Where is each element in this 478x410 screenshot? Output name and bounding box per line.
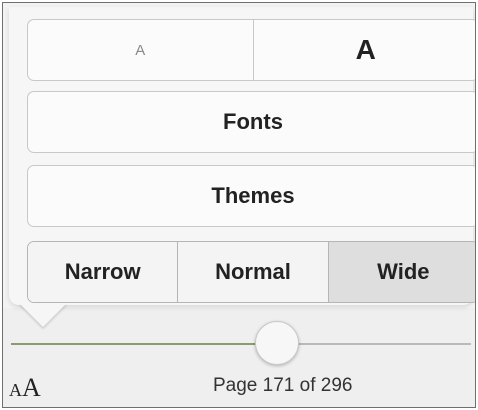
page-slider-fill	[11, 343, 277, 345]
increase-font-size-label: A	[355, 34, 376, 65]
wide-option-label: Wide	[377, 259, 430, 284]
decrease-font-size-button[interactable]: A	[28, 20, 253, 80]
themes-button-label: Themes	[211, 183, 295, 208]
reader-window: A A Fonts Themes Narrow Normal Wide AA P…	[2, 2, 476, 408]
page-slider-track[interactable]	[11, 343, 471, 345]
text-size-icon[interactable]: AA	[9, 373, 41, 403]
page-slider-thumb[interactable]	[254, 321, 299, 365]
display-settings-popover: A A Fonts Themes Narrow Normal Wide	[9, 7, 476, 305]
narrow-option-label: Narrow	[64, 259, 141, 284]
themes-button[interactable]: Themes	[27, 165, 475, 227]
fonts-button-label: Fonts	[223, 109, 283, 134]
narrow-option[interactable]: Narrow	[28, 242, 178, 302]
page-number-label: Page 171 of 296	[213, 375, 353, 396]
font-size-control: A A	[27, 19, 476, 81]
decrease-font-size-label: A	[135, 41, 146, 59]
normal-option-label: Normal	[215, 259, 291, 284]
normal-option[interactable]: Normal	[177, 242, 328, 302]
wide-option[interactable]: Wide	[327, 242, 475, 302]
fonts-button[interactable]: Fonts	[27, 91, 475, 153]
page-width-segmented-control: Narrow Normal Wide	[27, 241, 475, 303]
increase-font-size-button[interactable]: A	[252, 20, 476, 80]
popover-arrow	[19, 303, 67, 327]
